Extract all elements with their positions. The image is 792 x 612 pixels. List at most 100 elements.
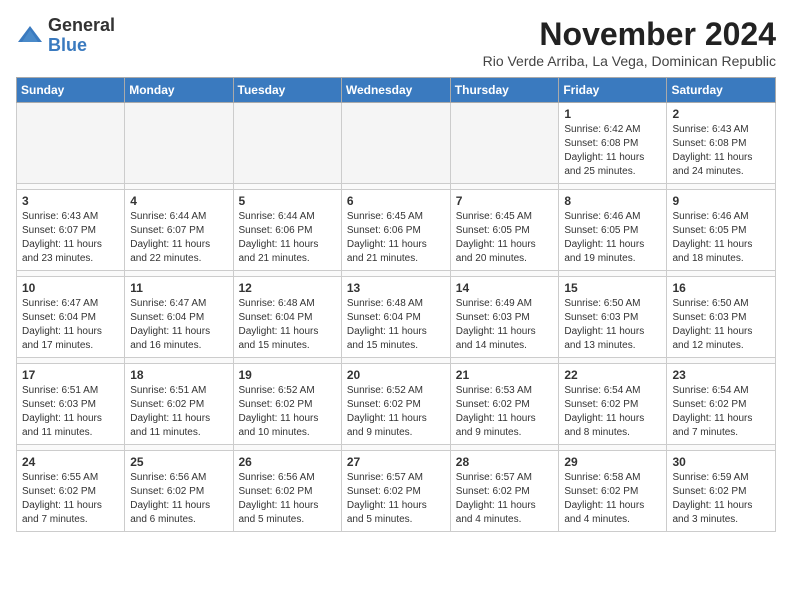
day-info: Sunrise: 6:48 AM Sunset: 6:04 PM Dayligh…: [239, 297, 336, 353]
weekday-header-sunday: Sunday: [17, 78, 125, 103]
calendar-cell: 1 Sunrise: 6:42 AM Sunset: 6:08 PM Daylig…: [559, 103, 667, 184]
day-number: 29: [564, 455, 661, 469]
day-number: 9: [672, 194, 770, 208]
calendar-cell: 4Sunrise: 6:44 AM Sunset: 6:07 PM Daylig…: [125, 190, 233, 271]
day-number: 11: [130, 281, 227, 295]
calendar-cell: 6Sunrise: 6:45 AM Sunset: 6:06 PM Daylig…: [341, 190, 450, 271]
day-number: 12: [239, 281, 336, 295]
logo-icon: [16, 22, 44, 50]
calendar-cell: 9Sunrise: 6:46 AM Sunset: 6:05 PM Daylig…: [667, 190, 776, 271]
day-number: 26: [239, 455, 336, 469]
day-number: 1: [564, 107, 661, 121]
day-info: Sunrise: 6:51 AM Sunset: 6:03 PM Dayligh…: [22, 384, 119, 440]
day-info: Sunrise: 6:56 AM Sunset: 6:02 PM Dayligh…: [239, 471, 336, 527]
day-info: Sunrise: 6:47 AM Sunset: 6:04 PM Dayligh…: [22, 297, 119, 353]
calendar-cell: [233, 103, 341, 184]
calendar-cell: 5Sunrise: 6:44 AM Sunset: 6:06 PM Daylig…: [233, 190, 341, 271]
day-number: 25: [130, 455, 227, 469]
day-number: 28: [456, 455, 554, 469]
day-number: 22: [564, 368, 661, 382]
calendar-cell: 2 Sunrise: 6:43 AM Sunset: 6:08 PM Daylig…: [667, 103, 776, 184]
calendar-cell: 15 Sunrise: 6:50 AM Sunset: 6:03 PM Dayli…: [559, 277, 667, 358]
weekday-header-tuesday: Tuesday: [233, 78, 341, 103]
weekday-header-wednesday: Wednesday: [341, 78, 450, 103]
calendar-cell: [450, 103, 559, 184]
page-header: General Blue November 2024 Rio Verde Arr…: [16, 16, 776, 69]
day-info: Sunrise: 6:52 AM Sunset: 6:02 PM Dayligh…: [239, 384, 336, 440]
calendar-cell: 17 Sunrise: 6:51 AM Sunset: 6:03 PM Dayli…: [17, 364, 125, 445]
day-number: 27: [347, 455, 445, 469]
calendar-cell: 20Sunrise: 6:52 AM Sunset: 6:02 PM Dayli…: [341, 364, 450, 445]
day-number: 10: [22, 281, 119, 295]
day-info: Sunrise: 6:54 AM Sunset: 6:02 PM Dayligh…: [564, 384, 661, 440]
day-number: 18: [130, 368, 227, 382]
day-info: Sunrise: 6:43 AM Sunset: 6:08 PM Dayligh…: [672, 123, 770, 179]
day-info: Sunrise: 6:51 AM Sunset: 6:02 PM Dayligh…: [130, 384, 227, 440]
day-info: Sunrise: 6:44 AM Sunset: 6:07 PM Dayligh…: [130, 210, 227, 266]
day-number: 2: [672, 107, 770, 121]
calendar-cell: 26 Sunrise: 6:56 AM Sunset: 6:02 PM Dayli…: [233, 451, 341, 532]
day-number: 21: [456, 368, 554, 382]
calendar-cell: 21 Sunrise: 6:53 AM Sunset: 6:02 PM Dayli…: [450, 364, 559, 445]
calendar-cell: 12 Sunrise: 6:48 AM Sunset: 6:04 PM Dayli…: [233, 277, 341, 358]
calendar-cell: 13 Sunrise: 6:48 AM Sunset: 6:04 PM Dayli…: [341, 277, 450, 358]
day-info: Sunrise: 6:57 AM Sunset: 6:02 PM Dayligh…: [456, 471, 554, 527]
calendar-cell: [17, 103, 125, 184]
calendar-cell: 27 Sunrise: 6:57 AM Sunset: 6:02 PM Dayli…: [341, 451, 450, 532]
day-info: Sunrise: 6:46 AM Sunset: 6:05 PM Dayligh…: [564, 210, 661, 266]
calendar-table: SundayMondayTuesdayWednesdayThursdayFrid…: [16, 77, 776, 532]
logo: General Blue: [16, 16, 115, 56]
day-number: 7: [456, 194, 554, 208]
day-info: Sunrise: 6:50 AM Sunset: 6:03 PM Dayligh…: [672, 297, 770, 353]
day-info: Sunrise: 6:57 AM Sunset: 6:02 PM Dayligh…: [347, 471, 445, 527]
day-info: Sunrise: 6:59 AM Sunset: 6:02 PM Dayligh…: [672, 471, 770, 527]
day-info: Sunrise: 6:42 AM Sunset: 6:08 PM Dayligh…: [564, 123, 661, 179]
calendar-cell: 28 Sunrise: 6:57 AM Sunset: 6:02 PM Dayli…: [450, 451, 559, 532]
calendar-cell: 16 Sunrise: 6:50 AM Sunset: 6:03 PM Dayli…: [667, 277, 776, 358]
calendar-cell: [125, 103, 233, 184]
weekday-header-friday: Friday: [559, 78, 667, 103]
calendar-cell: 25 Sunrise: 6:56 AM Sunset: 6:02 PM Dayli…: [125, 451, 233, 532]
day-info: Sunrise: 6:54 AM Sunset: 6:02 PM Dayligh…: [672, 384, 770, 440]
weekday-header-row: SundayMondayTuesdayWednesdayThursdayFrid…: [17, 78, 776, 103]
day-number: 19: [239, 368, 336, 382]
calendar-week-row: 10 Sunrise: 6:47 AM Sunset: 6:04 PM Dayli…: [17, 277, 776, 358]
day-number: 5: [239, 194, 336, 208]
weekday-header-monday: Monday: [125, 78, 233, 103]
calendar-week-row: 3Sunrise: 6:43 AM Sunset: 6:07 PM Daylig…: [17, 190, 776, 271]
calendar-cell: 30 Sunrise: 6:59 AM Sunset: 6:02 PM Dayli…: [667, 451, 776, 532]
calendar-cell: 11Sunrise: 6:47 AM Sunset: 6:04 PM Dayli…: [125, 277, 233, 358]
day-number: 16: [672, 281, 770, 295]
day-number: 23: [672, 368, 770, 382]
weekday-header-saturday: Saturday: [667, 78, 776, 103]
day-number: 24: [22, 455, 119, 469]
calendar-cell: 29 Sunrise: 6:58 AM Sunset: 6:02 PM Dayli…: [559, 451, 667, 532]
calendar-cell: 3Sunrise: 6:43 AM Sunset: 6:07 PM Daylig…: [17, 190, 125, 271]
day-info: Sunrise: 6:50 AM Sunset: 6:03 PM Dayligh…: [564, 297, 661, 353]
day-info: Sunrise: 6:52 AM Sunset: 6:02 PM Dayligh…: [347, 384, 445, 440]
day-info: Sunrise: 6:55 AM Sunset: 6:02 PM Dayligh…: [22, 471, 119, 527]
location-subtitle: Rio Verde Arriba, La Vega, Dominican Rep…: [483, 53, 776, 69]
weekday-header-thursday: Thursday: [450, 78, 559, 103]
day-info: Sunrise: 6:58 AM Sunset: 6:02 PM Dayligh…: [564, 471, 661, 527]
calendar-week-row: 1 Sunrise: 6:42 AM Sunset: 6:08 PM Daylig…: [17, 103, 776, 184]
day-number: 30: [672, 455, 770, 469]
day-info: Sunrise: 6:56 AM Sunset: 6:02 PM Dayligh…: [130, 471, 227, 527]
day-number: 13: [347, 281, 445, 295]
calendar-cell: [341, 103, 450, 184]
day-info: Sunrise: 6:45 AM Sunset: 6:05 PM Dayligh…: [456, 210, 554, 266]
calendar-cell: 24 Sunrise: 6:55 AM Sunset: 6:02 PM Dayli…: [17, 451, 125, 532]
day-number: 15: [564, 281, 661, 295]
day-info: Sunrise: 6:49 AM Sunset: 6:03 PM Dayligh…: [456, 297, 554, 353]
calendar-cell: 8Sunrise: 6:46 AM Sunset: 6:05 PM Daylig…: [559, 190, 667, 271]
logo-text: General Blue: [48, 16, 115, 56]
day-number: 17: [22, 368, 119, 382]
day-number: 6: [347, 194, 445, 208]
title-block: November 2024 Rio Verde Arriba, La Vega,…: [483, 16, 776, 69]
day-info: Sunrise: 6:53 AM Sunset: 6:02 PM Dayligh…: [456, 384, 554, 440]
day-number: 3: [22, 194, 119, 208]
calendar-week-row: 17 Sunrise: 6:51 AM Sunset: 6:03 PM Dayli…: [17, 364, 776, 445]
calendar-cell: 19 Sunrise: 6:52 AM Sunset: 6:02 PM Dayli…: [233, 364, 341, 445]
day-info: Sunrise: 6:48 AM Sunset: 6:04 PM Dayligh…: [347, 297, 445, 353]
calendar-cell: 18 Sunrise: 6:51 AM Sunset: 6:02 PM Dayli…: [125, 364, 233, 445]
